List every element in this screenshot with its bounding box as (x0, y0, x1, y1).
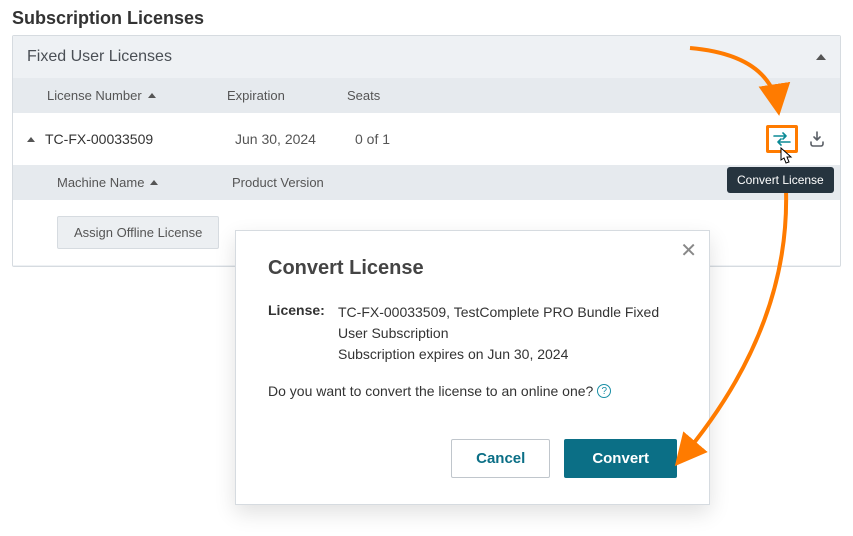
license-label: License: (268, 302, 328, 365)
assign-offline-license-button[interactable]: Assign Offline License (57, 216, 219, 249)
row-license-number: TC-FX-00033509 (45, 131, 235, 147)
column-headers: License Number Expiration Seats (13, 78, 840, 113)
swap-icon (773, 132, 791, 146)
column-license-number[interactable]: License Number (27, 88, 227, 103)
column-machine-name-label: Machine Name (57, 175, 144, 190)
license-line1: TC-FX-00033509, TestComplete PRO Bundle … (338, 302, 677, 344)
panel-title: Fixed User Licenses (27, 48, 172, 66)
sort-asc-icon (150, 180, 158, 185)
cancel-button[interactable]: Cancel (451, 439, 550, 478)
convert-license-tooltip: Convert License (727, 167, 834, 193)
column-license-number-label: License Number (47, 88, 142, 103)
row-seats: 0 of 1 (355, 131, 766, 147)
modal-question: Do you want to convert the license to an… (268, 383, 677, 399)
sub-column-headers: Machine Name Product Version (13, 165, 840, 200)
convert-button[interactable]: Convert (564, 439, 677, 478)
chevron-up-icon (816, 54, 826, 60)
download-icon[interactable] (808, 130, 826, 148)
close-button[interactable]: ✕ (680, 241, 697, 261)
modal-actions: Cancel Convert (268, 439, 677, 478)
column-expiration[interactable]: Expiration (227, 88, 347, 103)
modal-question-text: Do you want to convert the license to an… (268, 383, 593, 399)
license-line2: Subscription expires on Jun 30, 2024 (338, 344, 677, 365)
page-title: Subscription Licenses (0, 0, 853, 35)
column-machine-name[interactable]: Machine Name (57, 175, 232, 190)
convert-license-modal: ✕ Convert License License: TC-FX-0003350… (235, 230, 710, 505)
row-expand-icon[interactable] (27, 137, 35, 142)
help-icon[interactable]: ? (597, 384, 611, 398)
column-seats[interactable]: Seats (347, 88, 826, 103)
sort-asc-icon (148, 93, 156, 98)
row-expiration: Jun 30, 2024 (235, 131, 355, 147)
panel-header[interactable]: Fixed User Licenses (13, 36, 840, 78)
license-row: TC-FX-00033509 Jun 30, 2024 0 of 1 (13, 113, 840, 165)
modal-title: Convert License (268, 257, 677, 280)
convert-license-button[interactable] (766, 125, 798, 153)
row-actions (766, 125, 826, 153)
license-value: TC-FX-00033509, TestComplete PRO Bundle … (338, 302, 677, 365)
